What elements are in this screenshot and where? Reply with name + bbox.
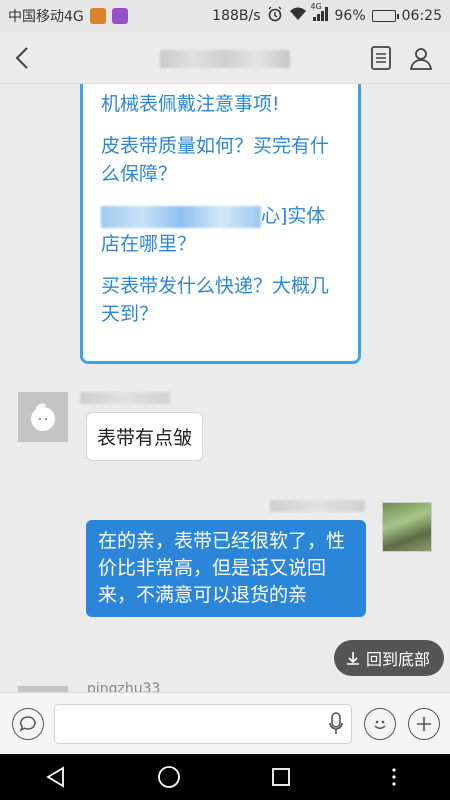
faq-link-care[interactable]: 机械表佩戴注意事项!	[101, 90, 340, 118]
battery-percent: 96%	[334, 8, 366, 24]
details-button[interactable]	[368, 45, 394, 71]
square-recents-icon	[272, 768, 291, 786]
nav-back-button[interactable]	[36, 757, 76, 797]
back-button[interactable]	[0, 32, 44, 84]
faq-link-store[interactable]: 心]实体店在哪里？	[101, 202, 340, 258]
input-bar	[0, 692, 450, 754]
signal-icon: 4G	[311, 2, 329, 25]
alarm-icon	[267, 6, 283, 26]
chat-header	[0, 32, 450, 84]
nav-recents-button[interactable]	[261, 757, 301, 797]
add-button[interactable]	[408, 708, 440, 740]
nav-menu-button[interactable]	[374, 757, 414, 797]
faq-card: 机械表佩戴注意事项! 皮表带质量如何？买完有什么保障？ 心]实体店在哪里？ 买表…	[80, 84, 361, 364]
redacted-text	[101, 205, 261, 228]
triangle-back-icon	[46, 766, 65, 788]
faq-link-shipping[interactable]: 买表带发什么快递？大概几天到？	[101, 272, 340, 328]
back-to-bottom-button[interactable]: 回到底部	[334, 640, 445, 676]
chat-bubble-icon	[19, 716, 36, 732]
microphone-icon[interactable]	[329, 712, 343, 740]
arrow-down-icon	[347, 652, 359, 665]
document-icon	[371, 45, 391, 70]
wifi-icon	[289, 7, 307, 25]
status-bar: 中国移动4G 188B/s 4G 96% 06:25	[0, 0, 450, 32]
network-speed: 188B/s	[212, 8, 261, 24]
sender-name-redacted	[80, 392, 170, 404]
circle-home-icon	[157, 766, 180, 788]
back-to-bottom-label: 回到底部	[366, 650, 431, 669]
clock: 06:25	[401, 8, 442, 24]
emoji-chat-button[interactable]	[12, 708, 44, 740]
outgoing-message-bubble[interactable]: 在的亲，表带已经很软了，性价比非常高，但是话又说回来，不满意可以退货的亲	[86, 520, 366, 617]
nav-home-button[interactable]	[149, 757, 189, 797]
more-vertical-icon	[392, 768, 396, 786]
emoji-button[interactable]	[364, 708, 396, 740]
gallery-notification-icon	[111, 8, 128, 24]
incoming-message-bubble[interactable]: 表带有点皱	[86, 412, 204, 461]
my-avatar[interactable]	[382, 502, 432, 552]
smiley-icon	[374, 720, 386, 729]
message-input[interactable]	[54, 704, 352, 744]
avatar[interactable]	[18, 392, 68, 442]
chevron-left-icon	[15, 46, 28, 69]
person-icon	[409, 47, 433, 70]
battery-icon	[371, 10, 399, 22]
plus-icon	[417, 717, 431, 731]
chat-title-redacted	[160, 50, 290, 68]
faq-link-quality[interactable]: 皮表带质量如何？买完有什么保障？	[101, 132, 340, 188]
carrier-label: 中国移动4G	[8, 9, 84, 25]
system-nav-bar	[0, 754, 450, 800]
my-name-redacted	[270, 500, 365, 512]
default-avatar-icon	[31, 403, 55, 431]
profile-button[interactable]	[408, 45, 434, 71]
network-type-label: 4G	[310, 2, 322, 11]
app-notification-icon	[89, 8, 106, 24]
